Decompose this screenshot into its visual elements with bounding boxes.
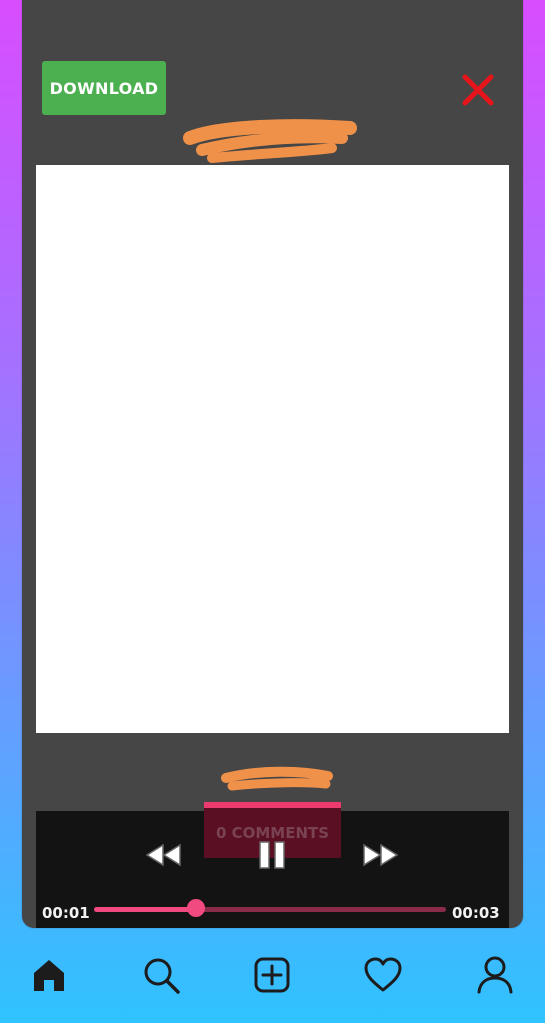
total-time: 00:03 (452, 904, 500, 922)
download-button[interactable]: DOWNLOAD (42, 61, 166, 115)
rewind-icon (145, 843, 181, 867)
nav-search[interactable] (139, 953, 183, 997)
rewind-button[interactable] (142, 838, 186, 872)
download-label: DOWNLOAD (49, 78, 159, 98)
home-icon (34, 960, 64, 991)
fast-forward-icon (363, 843, 399, 867)
close-icon (462, 74, 494, 106)
progress-thumb[interactable] (187, 899, 206, 917)
heart-icon (364, 957, 402, 992)
current-time: 00:01 (42, 904, 90, 922)
nav-profile[interactable] (473, 953, 517, 997)
pause-button[interactable] (252, 836, 292, 874)
nav-likes[interactable] (361, 953, 405, 997)
nav-home[interactable] (27, 953, 71, 997)
search-icon (144, 958, 180, 994)
post-viewer-panel: DOWNLOAD 0 COMMENTS 00:01 00:03 (22, 0, 523, 928)
pause-icon (259, 841, 285, 869)
progress-fill (94, 907, 197, 912)
close-button[interactable] (456, 68, 500, 112)
bottom-navigation (0, 935, 545, 1023)
fast-forward-button[interactable] (358, 838, 402, 872)
profile-icon (477, 956, 513, 994)
redacted-username-mark (183, 119, 357, 163)
media-content[interactable] (36, 165, 509, 733)
add-icon (254, 957, 290, 993)
nav-create[interactable] (250, 953, 294, 997)
redacted-caption-mark (221, 766, 333, 791)
